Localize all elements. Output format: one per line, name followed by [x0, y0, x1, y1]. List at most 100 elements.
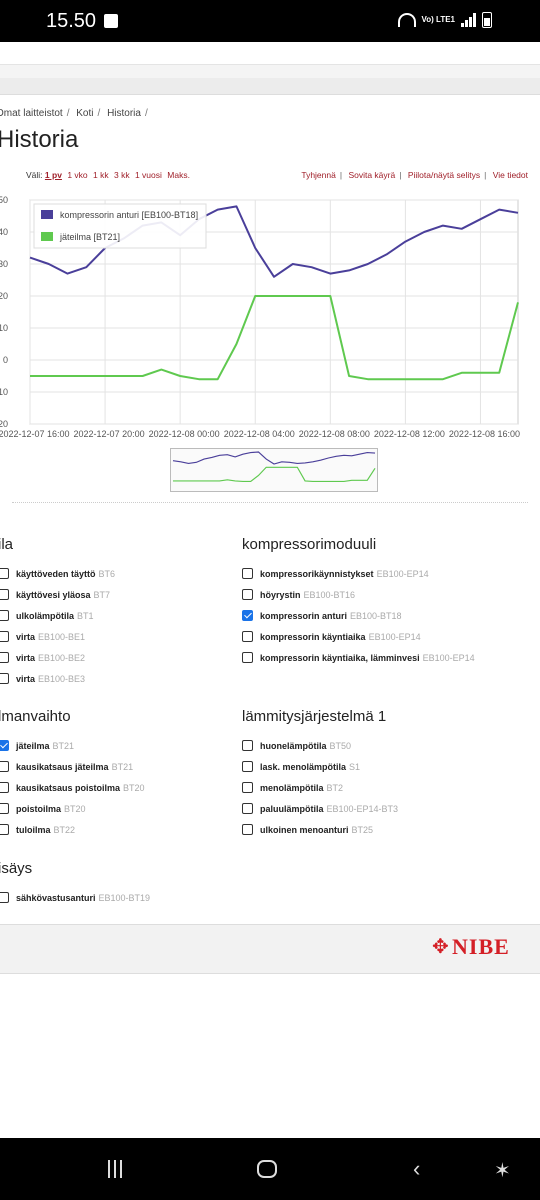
option-row[interactable]: paluulämpötila EB100-EP14-BT3 — [242, 798, 538, 819]
option-checkbox[interactable] — [242, 761, 253, 772]
option-row[interactable]: virta EB100-BE2 — [0, 647, 228, 668]
option-row[interactable]: huonelämpötila BT50 — [242, 735, 538, 756]
option-name: höyrystin — [260, 589, 301, 600]
navigator-series-0 — [172, 451, 376, 465]
chart-navigator[interactable] — [170, 448, 378, 492]
option-checkbox[interactable] — [0, 782, 9, 793]
option-row[interactable]: tuloilma BT22 — [0, 819, 228, 840]
x-tick-label: 2022-12-08 04:00 — [224, 429, 295, 439]
range-option-maks[interactable]: Maks. — [167, 170, 190, 180]
option-name: kompressorin anturi — [260, 610, 348, 621]
option-code: EB100-EP14 — [422, 652, 475, 663]
range-option-1pv[interactable]: 1 pv — [45, 170, 62, 180]
option-code: BT6 — [98, 568, 116, 579]
option-checkbox[interactable] — [242, 610, 253, 621]
option-name: kompressorikäynnistykset — [260, 568, 374, 579]
option-name: käyttövesi yläosa — [16, 589, 91, 600]
fit-curve-button[interactable]: Sovita käyrä — [348, 170, 395, 180]
range-selector: Väli: 1 pv 1 vko 1 kk 3 kk 1 vuosi Maks. — [26, 170, 193, 180]
option-checkbox[interactable] — [0, 892, 9, 903]
option-name: tuloilma — [16, 824, 51, 835]
option-name: kompressorin käyntiaika, lämminvesi — [260, 652, 420, 663]
home-icon[interactable] — [257, 1160, 277, 1178]
option-checkbox[interactable] — [0, 589, 9, 600]
clear-button[interactable]: Tyhjennä — [301, 170, 336, 180]
option-row[interactable]: kompressorin anturi EB100-BT18 — [242, 605, 538, 626]
option-code: EB100-EP14 — [376, 568, 429, 579]
group-ila: ila käyttöveden täyttöBT6käyttövesi yläo… — [0, 536, 228, 689]
option-name: kompressorin käyntiaika — [260, 631, 366, 642]
option-checkbox[interactable] — [242, 589, 253, 600]
export-button[interactable]: Vie tiedot — [493, 170, 528, 180]
status-bar: 15.50 Vo) LTE1 — [0, 0, 540, 42]
option-checkbox[interactable] — [242, 824, 253, 835]
option-row[interactable]: kompressorin käyntiaika, lämminvesi EB100… — [242, 647, 538, 668]
option-code: EB100-BT19 — [98, 892, 151, 903]
group-lisays: isäys sähkövastusanturi EB100-BT19 — [0, 860, 228, 908]
network-type: Vo) LTE1 — [421, 15, 455, 24]
option-row[interactable]: ulkoinen menoanturi BT25 — [242, 819, 538, 840]
legend-label[interactable]: kompressorin anturi [EB100-BT18] — [60, 210, 198, 220]
menu-strip — [0, 78, 540, 94]
group-lammitys: lämmitysjärjestelmä 1 huonelämpötila BT50… — [242, 708, 538, 840]
option-row[interactable]: kausikatsaus jäteilma BT21 — [0, 756, 228, 777]
option-name: virta — [16, 652, 36, 663]
option-name: poistoilma — [16, 803, 62, 814]
back-icon[interactable]: ‹ — [413, 1158, 420, 1180]
option-checkbox[interactable] — [242, 740, 253, 751]
legend-label[interactable]: jäteilma [BT21] — [59, 232, 120, 242]
option-name: menolämpötila — [260, 782, 324, 793]
y-tick-label: -20 — [0, 419, 8, 429]
group-title: lmanvaihto — [0, 708, 71, 725]
option-row[interactable]: jäteilma BT21 — [0, 735, 228, 756]
option-checkbox[interactable] — [242, 803, 253, 814]
option-checkbox[interactable] — [0, 761, 9, 772]
option-row[interactable]: sähkövastusanturi EB100-BT19 — [0, 887, 228, 908]
nibe-logo-icon: ✥ — [432, 936, 449, 958]
option-checkbox[interactable] — [0, 740, 9, 751]
option-code: BT7 — [93, 589, 111, 600]
option-row[interactable]: lask. menolämpötila S1 — [242, 756, 538, 777]
option-row[interactable]: menolämpötila BT2 — [242, 777, 538, 798]
option-checkbox[interactable] — [0, 824, 9, 835]
option-row[interactable]: kompressorin käyntiaika EB100-EP14 — [242, 626, 538, 647]
option-checkbox[interactable] — [242, 782, 253, 793]
option-code: BT22 — [53, 824, 76, 835]
option-code: BT21 — [52, 740, 75, 751]
option-checkbox[interactable] — [242, 568, 253, 579]
option-code: BT50 — [329, 740, 352, 751]
option-checkbox[interactable] — [0, 803, 9, 814]
option-checkbox[interactable] — [0, 631, 9, 642]
toggle-legend-button[interactable]: Piilota/näytä selitys — [408, 170, 480, 180]
option-checkbox[interactable] — [242, 652, 253, 663]
recent-apps-icon[interactable] — [108, 1160, 122, 1178]
option-row[interactable]: käyttövesi yläosa BT7 — [0, 584, 228, 605]
option-row[interactable]: ulkolämpötila BT1 — [0, 605, 228, 626]
option-checkbox[interactable] — [0, 673, 9, 684]
range-option-1kk[interactable]: 1 kk — [93, 170, 109, 180]
breadcrumb-item[interactable]: Koti — [76, 108, 93, 119]
nibe-logo[interactable]: ✥ NIBE — [432, 934, 510, 960]
breadcrumb-item[interactable]: Historia — [107, 108, 141, 119]
option-name: paluulämpötila — [260, 803, 324, 814]
option-row[interactable]: virta EB100-BE3 — [0, 668, 228, 689]
range-option-3kk[interactable]: 3 kk — [114, 170, 130, 180]
range-option-1vko[interactable]: 1 vko — [67, 170, 87, 180]
option-checkbox[interactable] — [0, 568, 9, 579]
option-row[interactable]: käyttöveden täyttö BT6 — [0, 563, 228, 584]
option-code: EB100-BE1 — [38, 631, 86, 642]
option-checkbox[interactable] — [0, 610, 9, 621]
option-code: EB100-EP14 — [368, 631, 421, 642]
range-option-1vuosi[interactable]: 1 vuosi — [135, 170, 162, 180]
option-row[interactable]: höyrystin EB100-BT16 — [242, 584, 538, 605]
option-row[interactable]: kompressorikäynnistykset EB100-EP14 — [242, 563, 538, 584]
breadcrumb-item[interactable]: Omat laitteistot — [0, 108, 63, 119]
option-row[interactable]: poistoilma BT20 — [0, 798, 228, 819]
option-row[interactable]: kausikatsaus poistoilma BT20 — [0, 777, 228, 798]
navigator-preview[interactable] — [171, 449, 377, 491]
option-row[interactable]: virta EB100-BE1 — [0, 626, 228, 647]
option-checkbox[interactable] — [0, 652, 9, 663]
history-chart[interactable]: 50 40 30 20 10 0 -10 -202022-12-07 16:00 2022-12… — [0, 190, 540, 450]
accessibility-icon[interactable]: ✶ — [494, 1158, 511, 1183]
option-checkbox[interactable] — [242, 631, 253, 642]
